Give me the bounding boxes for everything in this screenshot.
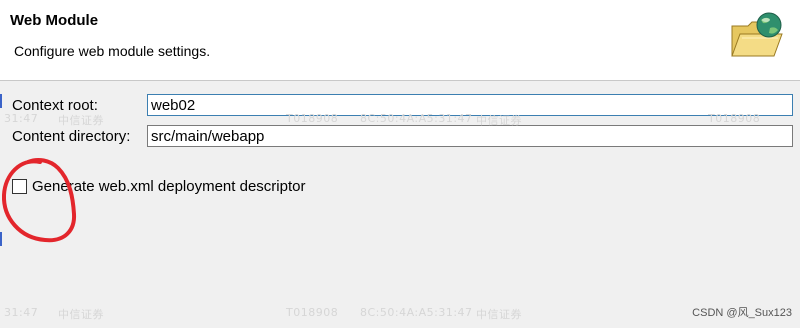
wizard-page: Web Module Configure web module settings…	[0, 0, 800, 328]
web-module-folder-globe-icon	[731, 12, 783, 57]
wizard-title: Web Module	[10, 12, 99, 29]
wizard-header: Web Module Configure web module settings…	[0, 0, 800, 81]
content-directory-label: Content directory:	[12, 128, 131, 145]
watermark-text: 8C:50:4A:A5:31:47	[360, 112, 473, 125]
watermark-text: 31:47	[4, 112, 39, 125]
left-edge-marker	[0, 232, 2, 246]
wizard-description: Configure web module settings.	[14, 43, 211, 59]
watermark-text: 中信证券	[58, 308, 104, 321]
generate-web-xml-checkbox[interactable]	[12, 179, 27, 194]
red-circle-annotation	[1, 158, 77, 243]
watermark-text: 31:47	[4, 306, 39, 319]
watermark-text: T018908	[286, 112, 339, 125]
content-directory-input[interactable]	[147, 125, 793, 147]
generate-web-xml-label[interactable]: Generate web.xml deployment descriptor	[32, 178, 305, 195]
watermark-text: 8C:50:4A:A5:31:47	[360, 306, 473, 319]
watermark-text: T018908	[286, 306, 339, 319]
csdn-credit: CSDN @风_Sux123	[692, 307, 792, 319]
watermark-text: T018908	[708, 112, 761, 125]
left-edge-marker	[0, 94, 2, 108]
watermark-text: 中信证券	[476, 114, 522, 127]
watermark-text: 中信证券	[476, 308, 522, 321]
watermark-text: 中信证券	[58, 114, 104, 127]
